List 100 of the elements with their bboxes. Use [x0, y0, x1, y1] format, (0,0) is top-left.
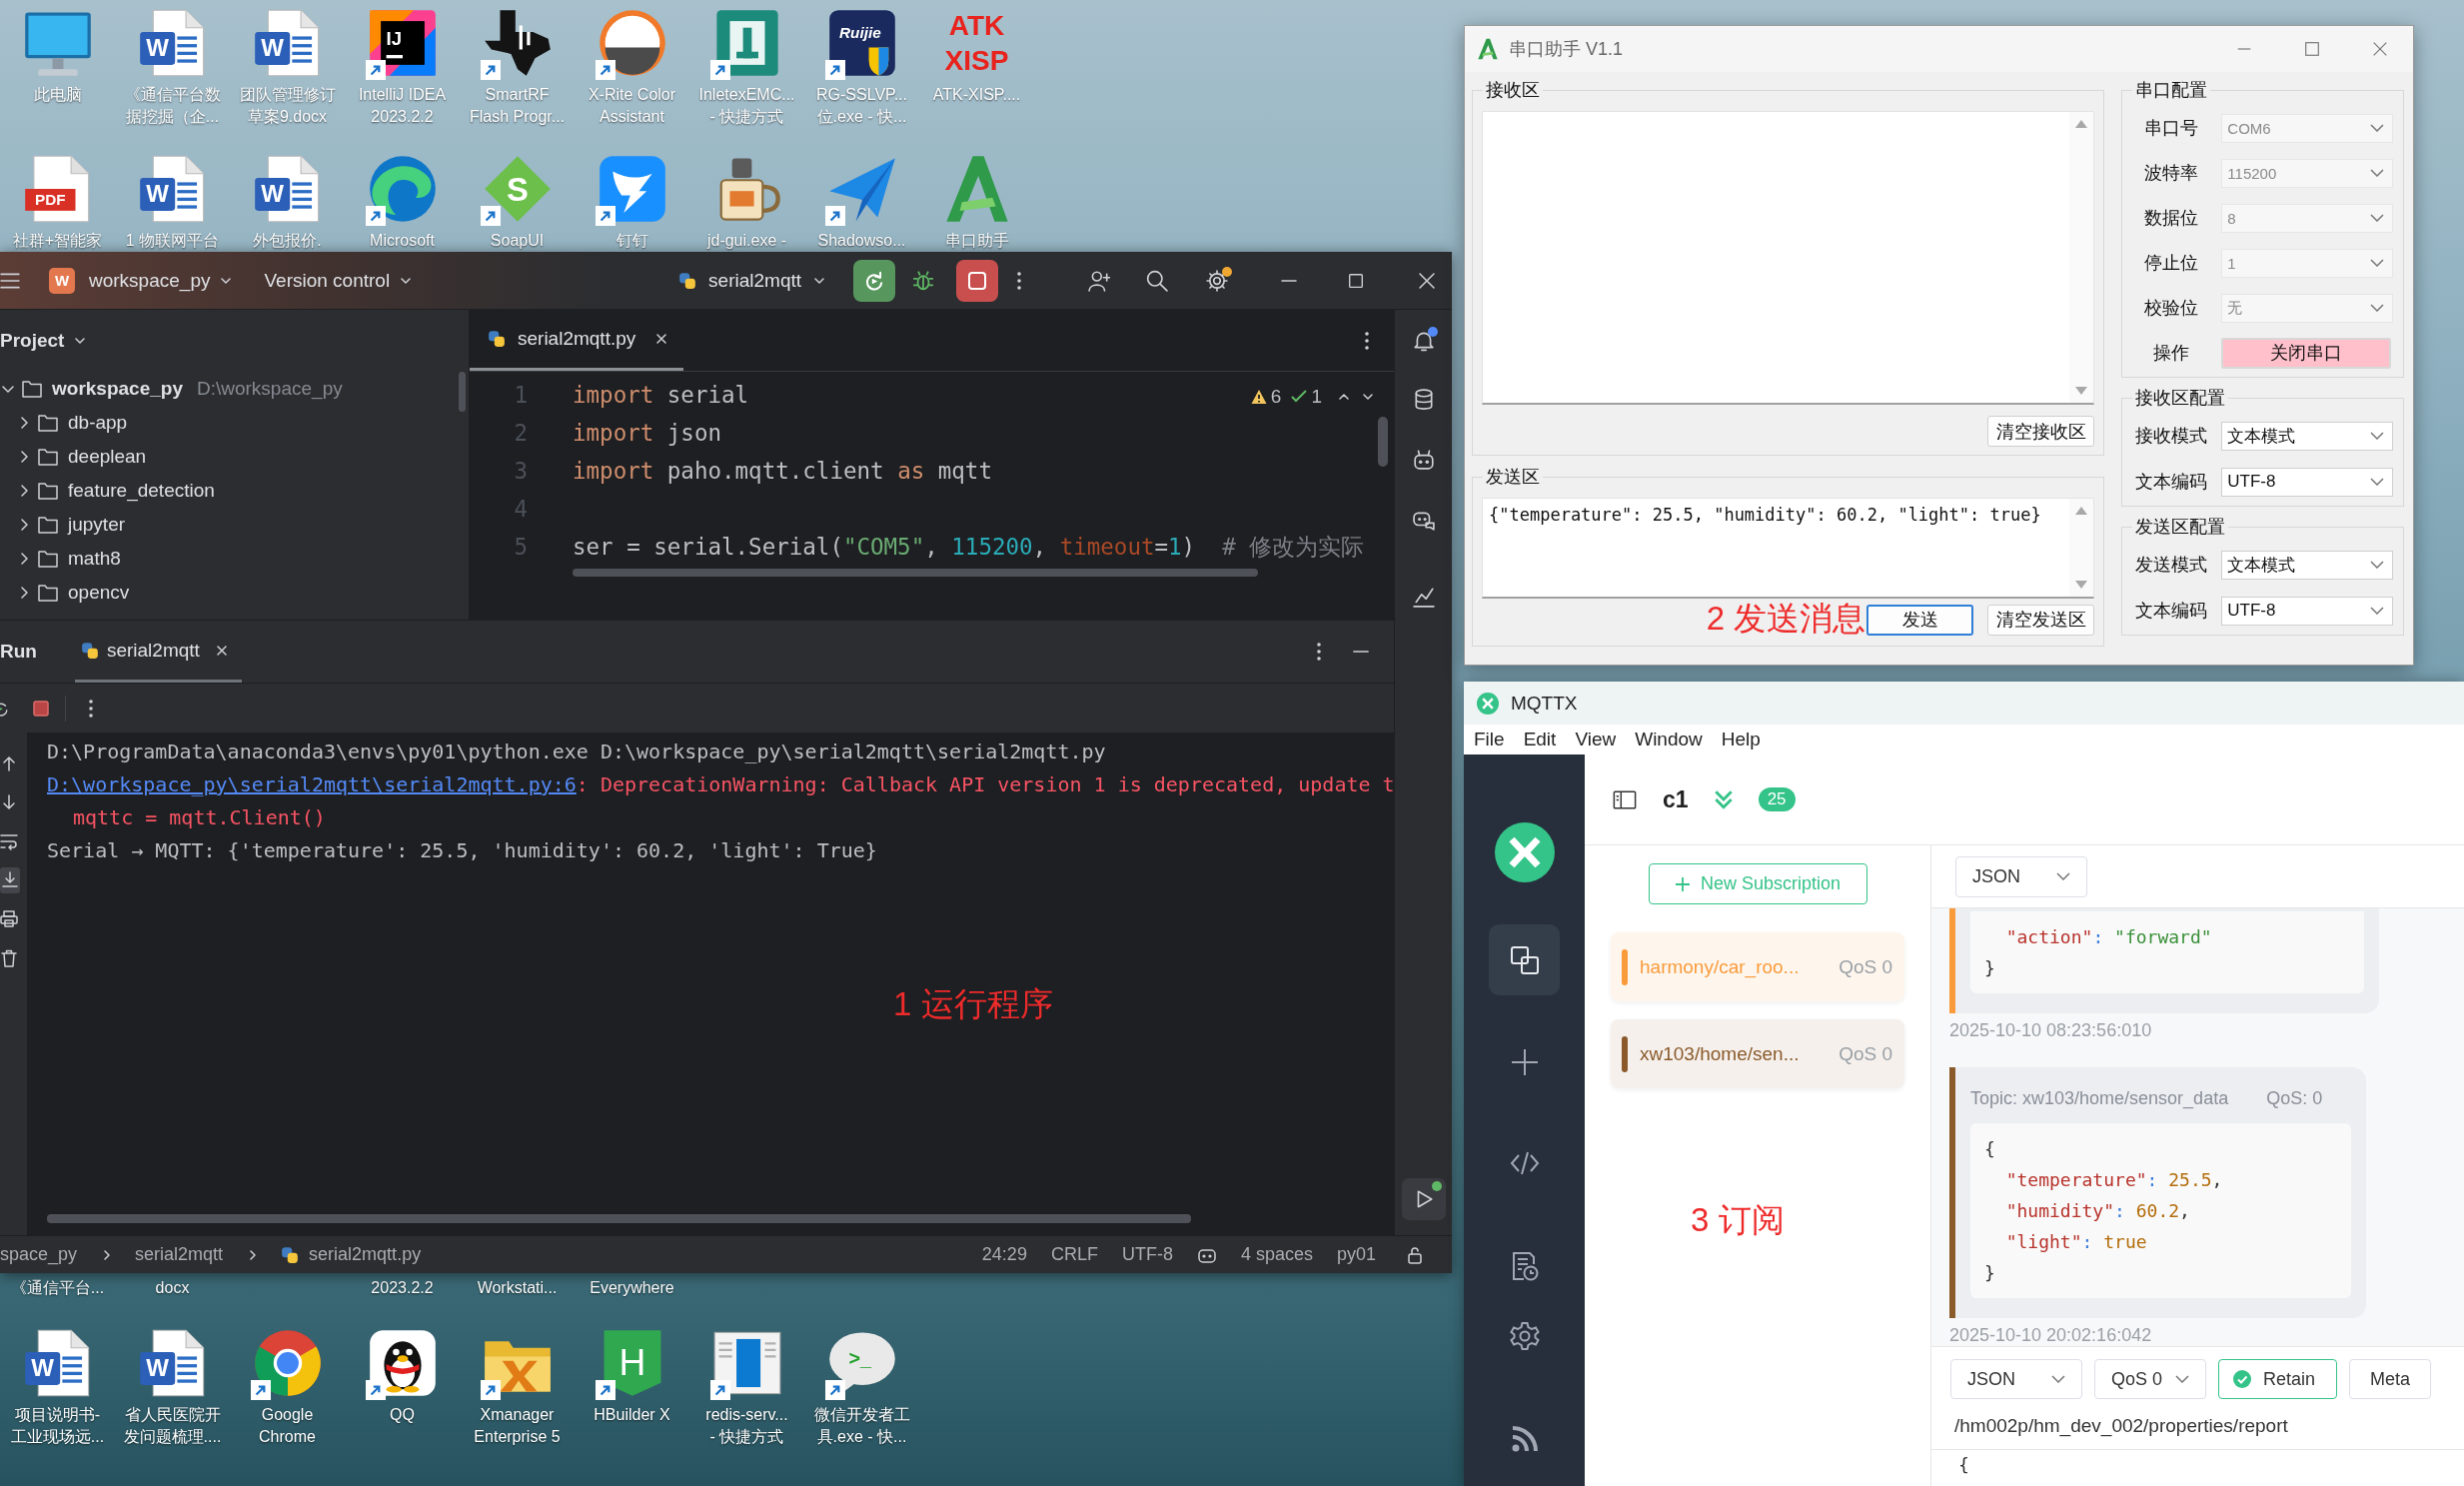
tree-item[interactable]: math8	[68, 548, 121, 570]
panel-title[interactable]: Project	[0, 330, 65, 352]
meta-button[interactable]: Meta	[2349, 1359, 2432, 1399]
breadcrumb[interactable]: serial2mqtt.py	[309, 1244, 422, 1265]
indent-setting[interactable]: 4 spaces	[1240, 1244, 1313, 1265]
penguin-icon[interactable]	[367, 1328, 438, 1398]
breadcrumb[interactable]: space_py	[0, 1244, 78, 1265]
more-icon[interactable]	[1316, 642, 1322, 662]
lock-icon[interactable]	[1406, 1245, 1424, 1264]
chevron-down-icon[interactable]	[1362, 391, 1374, 403]
maximize-icon[interactable]	[1347, 271, 1365, 290]
icon-label[interactable]: 2023.2.2	[371, 1277, 434, 1299]
connections-button[interactable]	[1489, 924, 1560, 995]
icon-label[interactable]: redis-serv... - 快捷方式	[696, 1404, 797, 1448]
scrollbar[interactable]	[459, 372, 466, 412]
more-icon[interactable]	[88, 698, 94, 719]
icon-label[interactable]: docx	[155, 1277, 190, 1299]
menu-item[interactable]: File	[1474, 729, 1505, 750]
scrollbar[interactable]	[47, 1214, 1191, 1223]
dropdown[interactable]: UTF-8	[2221, 467, 2394, 497]
arrow-up-icon[interactable]	[0, 754, 18, 772]
interpreter[interactable]: py01	[1336, 1244, 1376, 1265]
chart-icon[interactable]	[1412, 586, 1435, 608]
close-icon[interactable]	[215, 644, 228, 657]
clear-send-button[interactable]: 清空发送区	[1987, 604, 2095, 636]
menu-item[interactable]: Edit	[1523, 729, 1557, 750]
tree-item[interactable]: workspace_py	[52, 378, 183, 400]
icon-label[interactable]: Everywhere	[590, 1277, 674, 1299]
dropdown[interactable]: 文本模式	[2221, 550, 2394, 580]
file-link[interactable]: D:\workspace_py\serial2mqtt\serial2mqtt.py:6	[47, 772, 577, 796]
icon-label[interactable]: HBuilder X	[582, 1404, 682, 1426]
panel-title[interactable]: Run	[0, 641, 37, 663]
wing-tile-icon[interactable]	[597, 154, 667, 224]
sidebar-toggle-icon[interactable]	[1613, 788, 1637, 810]
check-icon[interactable]	[1291, 389, 1308, 405]
tree-item[interactable]: jupyter	[68, 514, 126, 536]
format-dropdown[interactable]: JSON	[1955, 855, 2087, 897]
cross-logo-icon[interactable]	[1494, 822, 1555, 882]
topic-field[interactable]: /hm002p/hm_dev_002/properties/report	[1931, 1415, 2464, 1450]
send-button[interactable]: 发送	[1866, 604, 1974, 636]
warning-count[interactable]: 6	[1270, 386, 1282, 408]
add-user-icon[interactable]	[1088, 269, 1110, 292]
chevron-icon[interactable]	[18, 586, 30, 600]
swirl-icon[interactable]	[367, 154, 438, 224]
arrow-down-icon[interactable]	[0, 793, 18, 811]
icon-label[interactable]: Xmanager Enterprise 5	[467, 1404, 568, 1448]
scrollbar[interactable]	[1378, 417, 1388, 467]
icon-label[interactable]: 微信开发者工具.exe - 快...	[811, 1404, 912, 1448]
icon-label[interactable]: 省人民医院开发问题梳理....	[122, 1404, 223, 1448]
chevron-icon[interactable]	[18, 450, 30, 464]
payload-field[interactable]: {	[1931, 1450, 2464, 1475]
menu-item[interactable]: Window	[1635, 729, 1703, 750]
chevron-up-icon[interactable]	[1338, 391, 1350, 403]
bell-icon[interactable]	[1412, 330, 1435, 352]
icon-label[interactable]: 项目说明书-工业现场远...	[7, 1404, 108, 1448]
file-encoding[interactable]: UTF-8	[1121, 1244, 1173, 1265]
chevron-icon[interactable]	[18, 416, 30, 430]
run-config-selector[interactable]: serial2mqtt	[670, 263, 833, 298]
caret-icon[interactable]	[74, 335, 87, 347]
segmented-circle-icon[interactable]	[252, 1328, 323, 1398]
line-ending[interactable]: CRLF	[1050, 1244, 1098, 1265]
tree-item[interactable]: opencv	[68, 582, 130, 604]
icon-label[interactable]: 《通信平台...	[10, 1277, 105, 1299]
icon-label[interactable]: Workstati...	[477, 1277, 558, 1299]
ij-tile-icon[interactable]: IJ	[367, 8, 438, 78]
stop-icon[interactable]	[32, 699, 50, 718]
settings-icon[interactable]	[1206, 269, 1228, 292]
tree-item[interactable]: deeplean	[68, 446, 147, 468]
qos-dropdown[interactable]: QoS 0	[2094, 1359, 2206, 1399]
menu-item[interactable]: Help	[1721, 729, 1761, 750]
trash-icon[interactable]	[0, 949, 18, 967]
dropdown[interactable]: 文本模式	[2221, 421, 2394, 451]
run-tab[interactable]: serial2mqtt	[74, 621, 242, 683]
close-icon[interactable]	[655, 333, 668, 345]
print-icon[interactable]	[0, 910, 18, 928]
robot-icon[interactable]	[1412, 449, 1435, 471]
wrap-icon[interactable]	[0, 832, 18, 850]
icon-label[interactable]: Google Chrome	[237, 1404, 338, 1448]
settings-icon[interactable]	[1509, 1321, 1540, 1351]
search-icon[interactable]	[1146, 269, 1168, 292]
format-dropdown[interactable]: JSON	[1950, 1359, 2082, 1399]
chevron-icon[interactable]	[18, 484, 30, 498]
caret-position[interactable]: 24:29	[981, 1244, 1027, 1265]
warning-icon[interactable]	[1250, 389, 1267, 405]
retain-toggle[interactable]: Retain	[2218, 1359, 2337, 1399]
icon-label[interactable]: QQ	[352, 1404, 453, 1426]
subscription-item[interactable]: xw103/home/sen... QoS 0	[1611, 1019, 1904, 1088]
editor-tab[interactable]: serial2mqtt.py	[470, 310, 684, 371]
send-text-area[interactable]: {"temperature": 25.5, "humidity": 60.2, "light": true}	[1482, 498, 2095, 599]
disc-logo-icon[interactable]	[597, 8, 667, 78]
close-icon[interactable]	[1417, 270, 1437, 291]
project-selector[interactable]: workspace_py	[81, 263, 241, 298]
dropdown[interactable]: UTF-8	[2221, 596, 2394, 626]
tree-item[interactable]: feature_detection	[68, 480, 215, 502]
check-count[interactable]: 1	[1311, 386, 1322, 408]
breadcrumb[interactable]: serial2mqtt	[135, 1244, 224, 1265]
vcs-selector[interactable]: Version control	[256, 263, 421, 298]
shield-tile-icon[interactable]: Ruijie	[826, 8, 897, 78]
plus-icon[interactable]	[1509, 1047, 1540, 1077]
database-icon[interactable]	[1412, 389, 1435, 411]
